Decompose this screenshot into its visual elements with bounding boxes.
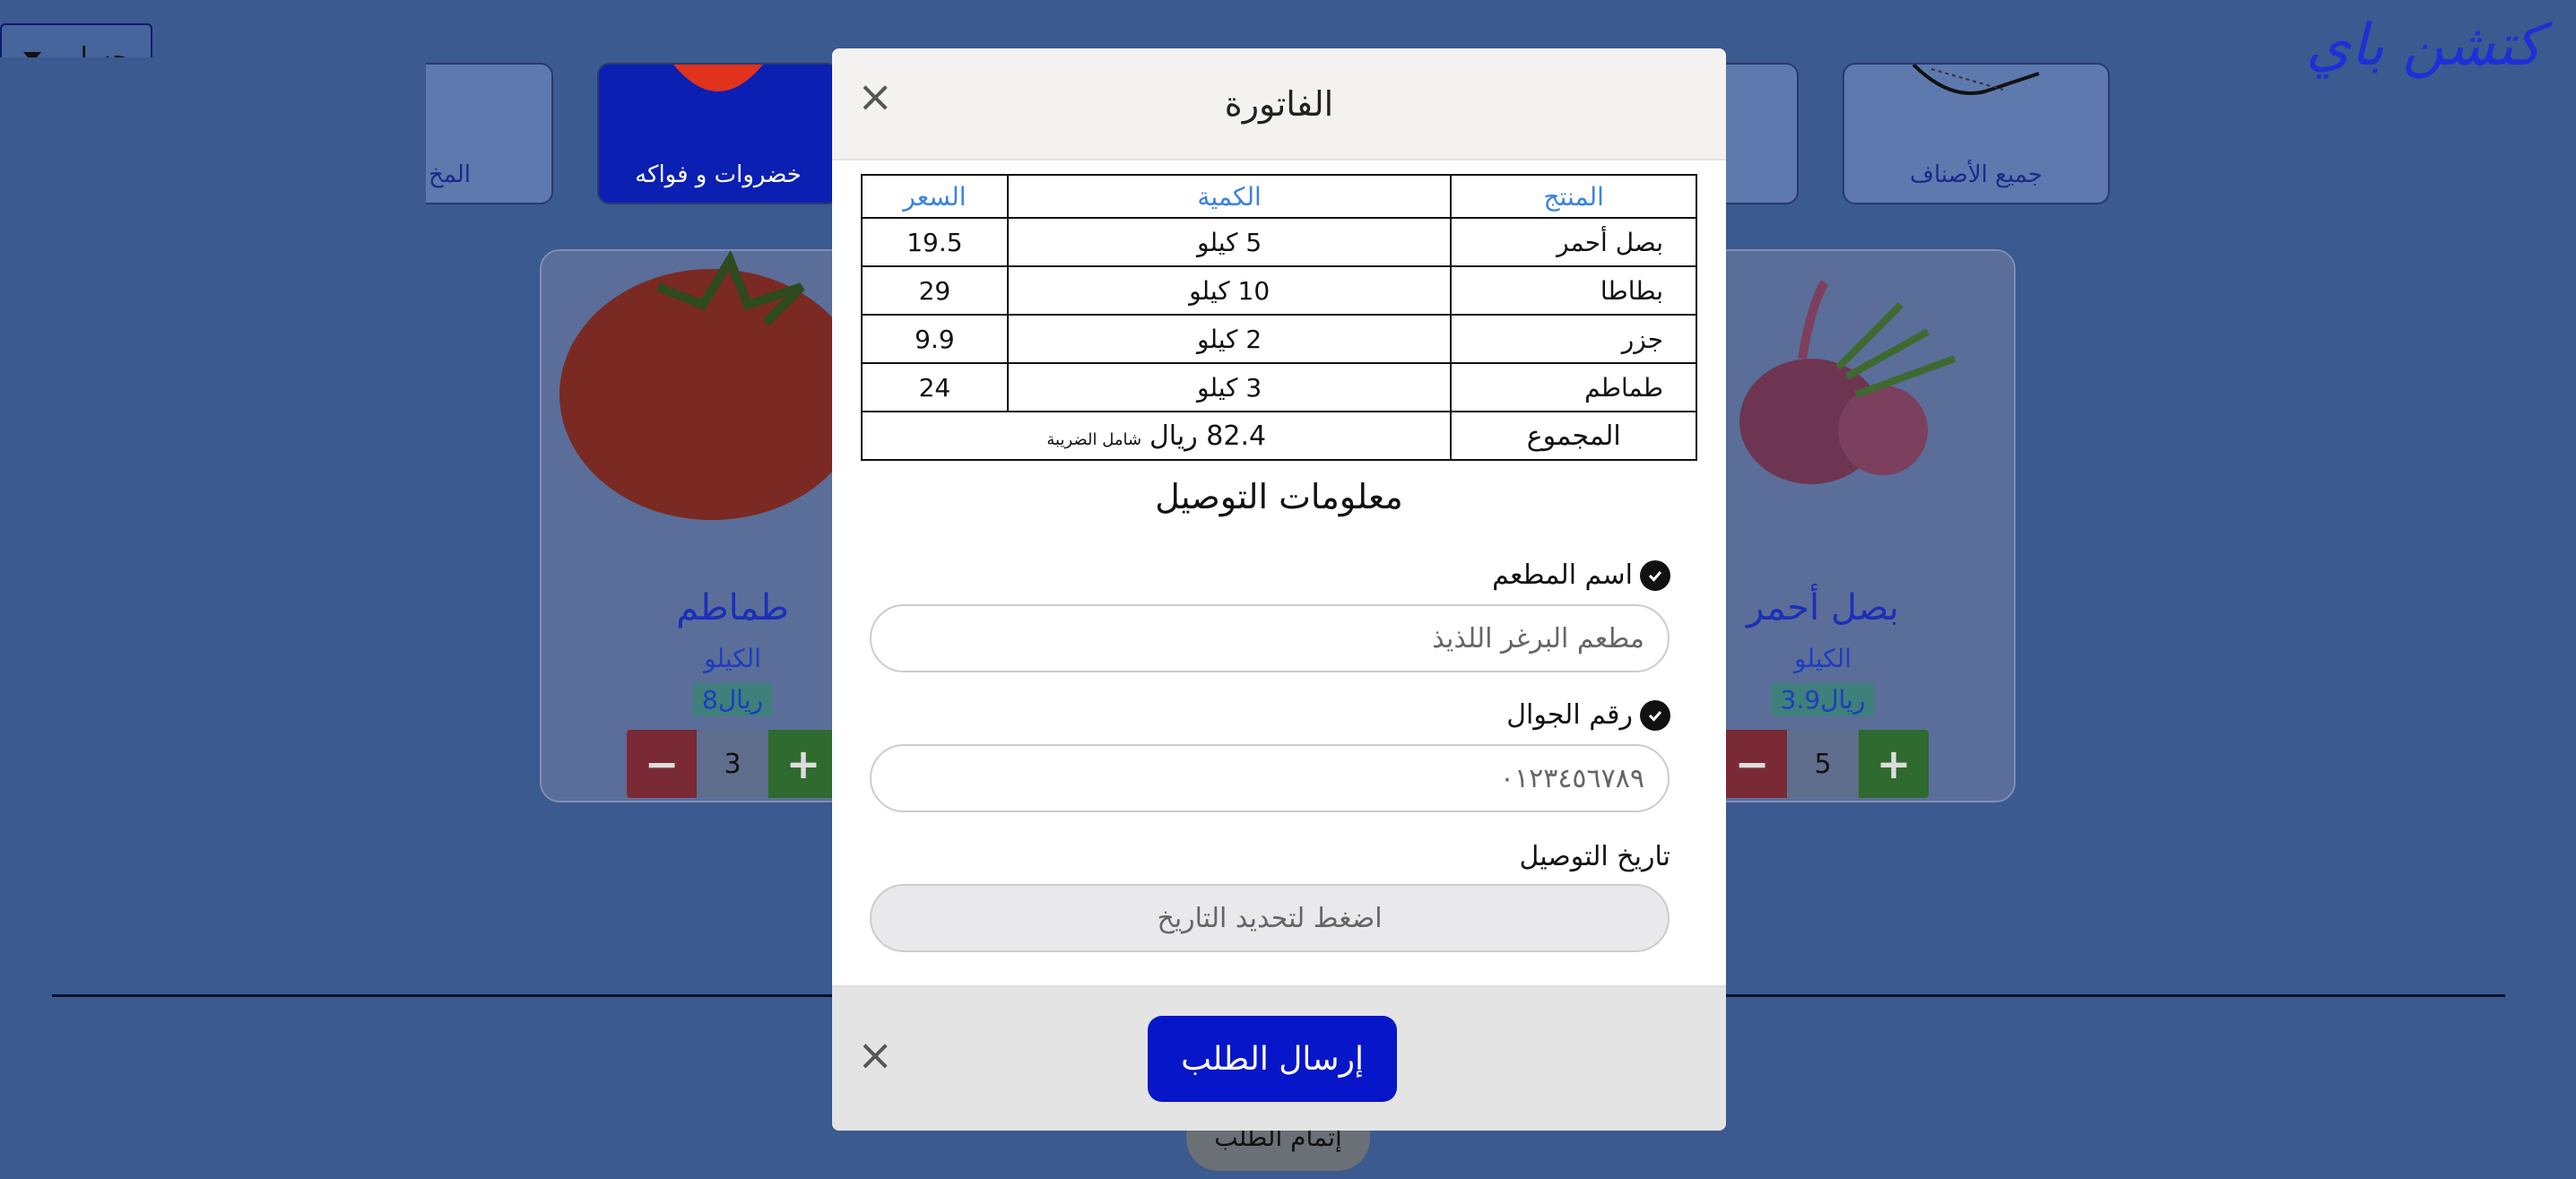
total-row: المجموع 82.4 ريال شامل الضريبة [860, 411, 1697, 461]
restaurant-name-input[interactable]: مطعم البرغر اللذيذ [870, 604, 1670, 672]
delivery-date-input[interactable]: اضغط لتحديد التاريخ [870, 884, 1670, 952]
tomato-image [673, 65, 763, 91]
close-icon[interactable]: × [857, 75, 893, 118]
restaurant-label: اسم المطعم [1492, 559, 1633, 591]
delivery-section-title: معلومات التوصيل [1155, 477, 1403, 516]
column-header-product: المنتج [1450, 174, 1697, 219]
quantity-stepper: − 3 + [627, 730, 838, 798]
decrease-button[interactable]: − [627, 730, 697, 798]
restaurant-placeholder: مطعم البرغر اللذيذ [1432, 622, 1644, 655]
cell-price: 19.5 [861, 217, 1009, 267]
date-label: تاريخ التوصيل [1519, 841, 1670, 872]
category-label: جميع الأصناف [1910, 161, 2043, 188]
cell-quantity: 3 كيلو [1006, 362, 1453, 412]
modal-header: الفاتورة × [832, 48, 1726, 160]
quantity-value[interactable]: 3 [697, 730, 768, 798]
check-circle-icon [1640, 699, 1670, 731]
category-label: المخ [429, 161, 471, 188]
category-vegetables-fruits[interactable]: خضروات و فواكه [597, 63, 839, 204]
cell-price: 9.9 [861, 314, 1009, 364]
cell-quantity: 10 كيلو [1006, 265, 1453, 316]
close-icon[interactable]: × [857, 1034, 893, 1077]
table-header-row: المنتج الكمية السعر [861, 174, 1697, 219]
total-value: 82.4 ريال [1149, 420, 1267, 452]
check-circle-icon [1640, 559, 1670, 591]
cell-product: بطاطا [1450, 265, 1697, 316]
table-row: بصل أحمر 5 كيلو 19.5 [861, 217, 1697, 267]
phone-input[interactable]: ٠١٢٣٤٥٦٧٨٩ [870, 744, 1670, 812]
cell-product: جزر [1450, 314, 1697, 364]
phone-label: رقم الجوال [1506, 699, 1633, 731]
category-all[interactable]: جميع الأصناف [1843, 63, 2110, 204]
cell-product: طماطم [1450, 362, 1697, 412]
column-header-quantity: الكمية [1006, 174, 1453, 219]
total-label: المجموع [1450, 411, 1697, 461]
increase-button[interactable]: + [1859, 730, 1929, 798]
invoice-modal: الفاتورة × المنتج الكمية السعر بصل أحمر … [832, 48, 1726, 1131]
table-row: طماطم 3 كيلو 24 [861, 362, 1697, 412]
restaurant-field-label: اسم المطعم [1492, 559, 1670, 591]
invoice-table: المنتج الكمية السعر بصل أحمر 5 كيلو 19.5… [860, 174, 1697, 461]
decrease-button[interactable]: − [1717, 730, 1787, 798]
phone-field-label: رقم الجوال [1506, 699, 1670, 731]
quantity-stepper: − 5 + [1717, 730, 1929, 798]
category-label: خضروات و فواكه [635, 161, 802, 188]
tax-note: شامل الضريبة [1046, 429, 1142, 449]
quantity-value[interactable]: 5 [1787, 730, 1859, 798]
cell-price: 29 [861, 265, 1009, 316]
product-price: 8ريال [692, 683, 773, 716]
submit-order-button[interactable]: إرسال الطلب [1148, 1016, 1397, 1102]
cell-quantity: 2 كيلو [1006, 314, 1453, 364]
date-placeholder: اضغط لتحديد التاريخ [1157, 902, 1383, 934]
increase-button[interactable]: + [768, 730, 838, 798]
date-field-label: تاريخ التوصيل [1519, 841, 1670, 872]
brand-logo[interactable]: كتشن باي [2306, 13, 2542, 79]
table-row: جزر 2 كيلو 9.9 [861, 314, 1697, 364]
modal-title: الفاتورة [1224, 83, 1334, 124]
table-row: بطاطا 10 كيلو 29 [861, 265, 1697, 316]
cell-price: 24 [861, 362, 1009, 412]
total-cell: 82.4 ريال شامل الضريبة [860, 411, 1453, 461]
all-items-image [1912, 65, 2040, 95]
cell-product: بصل أحمر [1450, 217, 1697, 267]
column-header-price: السعر [861, 174, 1009, 219]
modal-footer: إرسال الطلب × [832, 985, 1726, 1131]
cell-quantity: 5 كيلو [1006, 217, 1453, 267]
category-strip-edge [0, 57, 426, 210]
phone-placeholder: ٠١٢٣٤٥٦٧٨٩ [1499, 762, 1644, 794]
product-price: 3.9ريال [1771, 683, 1875, 716]
